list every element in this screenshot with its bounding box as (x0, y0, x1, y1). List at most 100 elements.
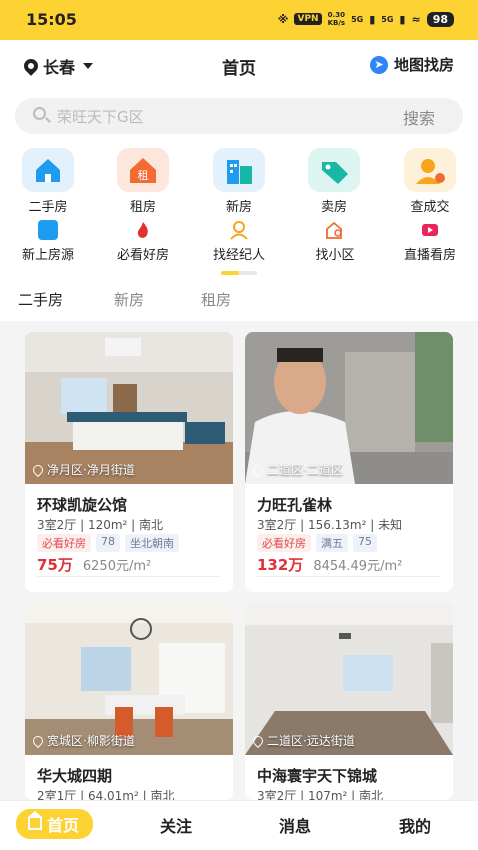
flame-icon (133, 220, 153, 240)
category-rent[interactable]: 租 租房 (103, 148, 183, 215)
category-label: 租房 (129, 200, 156, 215)
agent-icon (229, 220, 249, 240)
feature-find-community[interactable]: 找小区 (290, 220, 380, 263)
net-speed: 0.30 KB/s (328, 11, 345, 27)
net-speed-unit: KB/s (327, 19, 346, 27)
home-icon (27, 811, 43, 830)
listing-total-price: 132万 (257, 556, 304, 574)
svg-text:租: 租 (138, 169, 149, 182)
location-pin-icon (30, 462, 46, 477)
nav-home[interactable]: 首页 (16, 809, 94, 839)
vpn-badge: VPN (294, 13, 322, 25)
listing-location-text: 二道区·远达街道 (267, 734, 355, 748)
nav-home-label: 首页 (47, 816, 80, 835)
search-icon (33, 107, 46, 120)
listing-unit-price: 6250元/m² (82, 559, 152, 574)
search-bar[interactable]: 荣旺天下G区 搜索 (15, 98, 463, 134)
listing-location-text: 宽城区·柳影街道 (47, 734, 135, 748)
feature-live-viewing[interactable]: 直播看房 (385, 220, 475, 263)
feature-find-agent[interactable]: 找经纪人 (194, 220, 284, 263)
net-speed-value: 0.30 (327, 11, 345, 19)
listing-price: 132万 8454.49元/m² (257, 554, 402, 575)
location-pin-icon (250, 733, 266, 748)
category-label: 新房 (225, 200, 252, 215)
listing-photo: 净月区·净月街道 (25, 332, 233, 484)
city-name: 长春 (43, 58, 76, 77)
listing-card[interactable]: 宽城区·柳影街道 华大城四期 2室1厅 | 64.01m² | 南北 (25, 603, 233, 800)
listing-photo: 二道区·远达街道 (245, 603, 453, 755)
map-search-button[interactable]: ➤ 地图找房 (369, 54, 454, 75)
listing-info: 2室1厅 | 64.01m² | 南北 (37, 789, 175, 800)
map-search-label: 地图找房 (393, 56, 454, 74)
location-pin-icon (250, 462, 266, 477)
category-label: 卖房 (320, 200, 347, 215)
listing-info: 3室2厅 | 120m² | 南北 (37, 518, 164, 532)
nav-follow[interactable]: 关注 (160, 813, 192, 837)
status-time: 15:05 (26, 10, 77, 29)
wifi-icon: ≈ (411, 12, 421, 26)
location-pin-icon (30, 733, 46, 748)
listing-tag: 75 (353, 534, 377, 552)
listing-name: 环球凯旋公馆 (37, 496, 128, 514)
divider (257, 576, 441, 577)
category-label: 二手房 (28, 200, 68, 215)
listing-location: 宽城区·柳影街道 (30, 732, 135, 749)
feature-new-listings[interactable]: 新上房源 (3, 220, 93, 263)
listing-tag: 必看好房 (37, 534, 91, 552)
nav-mine[interactable]: 我的 (399, 813, 431, 837)
listing-location-text: 净月区·净月街道 (47, 463, 135, 477)
category-new-house[interactable]: 新房 (199, 148, 279, 215)
listing-tag: 满五 (316, 534, 348, 552)
status-bar: 15:05 ※ VPN 0.30 KB/s 5G ▮ 5G ▮ ≈ 98 (0, 0, 478, 40)
tab-rent[interactable]: 租房 (201, 289, 231, 310)
rent-house-icon: 租 (117, 148, 169, 192)
tab-second-hand[interactable]: 二手房 (18, 289, 63, 310)
listing-unit-price: 8454.49元/m² (313, 559, 403, 574)
building-icon (213, 148, 265, 192)
listing-card[interactable]: 二道区·远达街道 中海寰宇天下锦城 3室2厅 | 107m² | 南北 (245, 603, 453, 800)
listing-location: 二道区·二道区 (250, 461, 343, 478)
listing-name: 中海寰宇天下锦城 (257, 767, 378, 785)
category-label: 查成交 (410, 200, 450, 215)
listing-name: 力旺孔雀林 (257, 496, 333, 514)
feature-label: 直播看房 (403, 248, 456, 263)
listing-photo: 二道区·二道区 (245, 332, 453, 484)
feature-must-see[interactable]: 必看好房 (98, 220, 188, 263)
listing-info: 3室2厅 | 156.13m² | 未知 (257, 518, 403, 532)
category-deals[interactable]: 查成交 (390, 148, 470, 215)
location-pin-icon (21, 56, 41, 76)
divider (37, 576, 221, 577)
category-sell[interactable]: 卖房 (294, 148, 374, 215)
listing-photo: 宽城区·柳影街道 (25, 603, 233, 755)
status-icons: ※ VPN 0.30 KB/s 5G ▮ 5G ▮ ≈ 98 (278, 11, 454, 27)
city-selector[interactable]: 长春 (21, 54, 94, 78)
listing-tags: 必看好房 78 坐北朝南 (37, 534, 179, 552)
tab-new-house[interactable]: 新房 (114, 289, 144, 310)
bluetooth-icon: ※ (277, 12, 289, 26)
nav-messages[interactable]: 消息 (279, 813, 311, 837)
chevron-down-icon (83, 63, 94, 69)
listing-card[interactable]: 净月区·净月街道 环球凯旋公馆 3室2厅 | 120m² | 南北 必看好房 7… (25, 332, 233, 592)
signal-bars-icon-2: ▮ (399, 12, 406, 26)
search-button[interactable]: 搜索 (403, 105, 435, 129)
listing-info: 3室2厅 | 107m² | 南北 (257, 789, 384, 800)
feature-label: 新上房源 (21, 248, 74, 263)
listing-location: 二道区·远达街道 (250, 732, 355, 749)
app-header: 长春 首页 ➤ 地图找房 (0, 40, 478, 92)
listing-price: 75万 6250元/m² (37, 554, 151, 575)
bottom-navigation: 首页 关注 消息 我的 (0, 800, 478, 850)
listing-tags: 必看好房 满五 75 (257, 534, 377, 552)
search-input[interactable]: 荣旺天下G区 (57, 106, 144, 127)
listing-tag: 坐北朝南 (125, 534, 179, 552)
listing-card[interactable]: 二道区·二道区 力旺孔雀林 3室2厅 | 156.13m² | 未知 必看好房 … (245, 332, 453, 592)
price-tag-icon (308, 148, 360, 192)
signal-5g-label-2: 5G (381, 14, 394, 24)
new-listing-icon (38, 220, 58, 240)
community-search-icon (325, 220, 345, 240)
listing-location-text: 二道区·二道区 (267, 463, 343, 477)
deal-icon (404, 148, 456, 192)
listing-tag: 78 (96, 534, 120, 552)
category-second-hand[interactable]: 二手房 (8, 148, 88, 215)
listing-tabs: 二手房 新房 租房 (0, 285, 478, 315)
sub-category-row: 新上房源 必看好房 找经纪人 找小区 直播看房 (0, 220, 478, 264)
